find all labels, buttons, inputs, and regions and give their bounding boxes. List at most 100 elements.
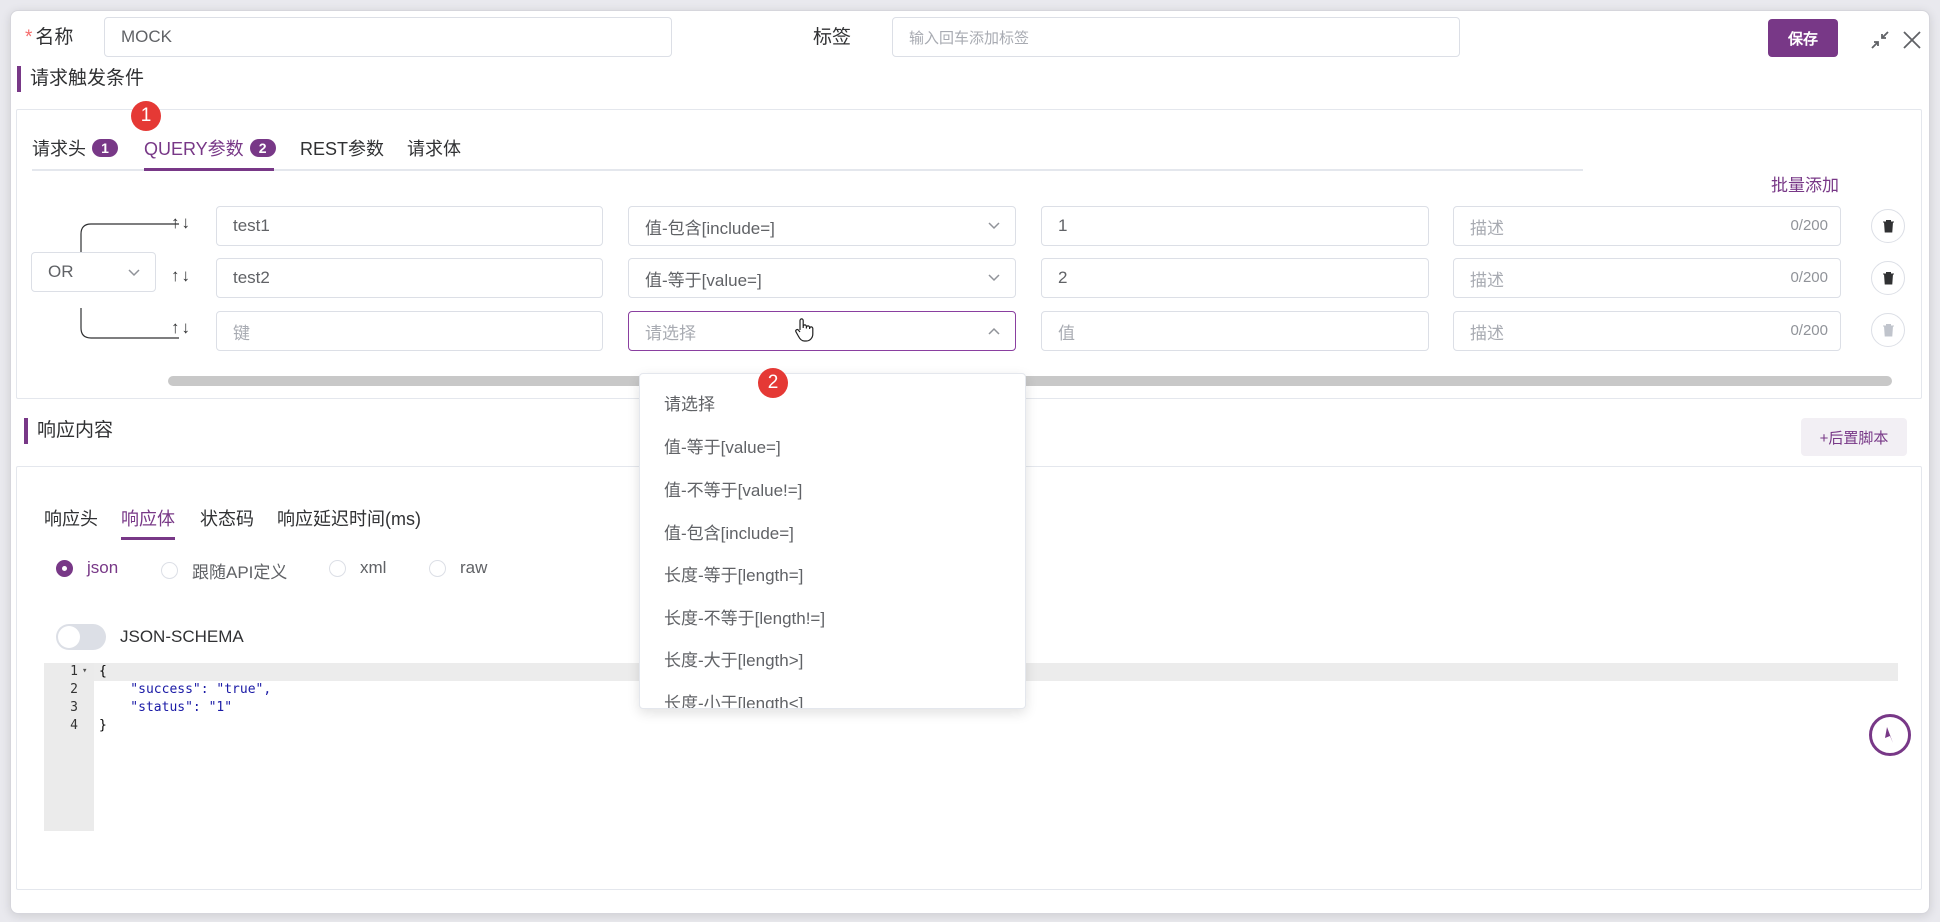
- char-counter: 0/200: [1790, 217, 1828, 234]
- tab-response-body[interactable]: 响应体: [121, 505, 175, 531]
- dropdown-option[interactable]: 值-不等于[value!=]: [664, 476, 802, 501]
- compass-icon[interactable]: [1869, 714, 1911, 756]
- condition-select[interactable]: 值-包含[include=]: [628, 206, 1016, 246]
- fold-arrow-icon[interactable]: ▾: [82, 666, 87, 676]
- horizontal-scrollbar[interactable]: [168, 376, 1892, 386]
- radio-circle: [161, 562, 178, 579]
- query-key-input[interactable]: test1: [216, 206, 603, 246]
- condition-value: 值-等于[value=]: [645, 270, 762, 290]
- dropdown-option[interactable]: 长度-等于[length=]: [664, 561, 803, 586]
- tags-input[interactable]: 输入回车添加标签: [892, 17, 1460, 57]
- tab-request-headers[interactable]: 请求头 1: [32, 135, 118, 161]
- name-value: MOCK: [121, 27, 172, 46]
- radio-label: 跟随API定义: [192, 563, 288, 582]
- json-schema-toggle[interactable]: [56, 624, 106, 650]
- delete-row-button[interactable]: [1871, 261, 1905, 295]
- line-number: 4: [70, 718, 78, 733]
- query-key-value: test1: [233, 216, 270, 235]
- count-badge: 2: [249, 139, 276, 157]
- condition-select-open[interactable]: 请选择: [628, 311, 1016, 351]
- step-marker-2: 2: [758, 368, 788, 398]
- tab-response-headers[interactable]: 响应头: [44, 505, 98, 531]
- logic-operator-value: OR: [48, 262, 74, 281]
- query-value-input[interactable]: 值: [1041, 311, 1429, 351]
- query-value-input[interactable]: 1: [1041, 206, 1429, 246]
- description-input[interactable]: 描述 0/200: [1453, 258, 1841, 298]
- name-label-text: 名称: [35, 27, 74, 48]
- condition-select[interactable]: 值-等于[value=]: [628, 258, 1016, 298]
- logic-operator-select[interactable]: OR: [31, 252, 156, 292]
- query-value: 2: [1058, 268, 1068, 287]
- batch-add-link[interactable]: 批量添加: [1771, 171, 1839, 196]
- description-placeholder: 描述: [1470, 218, 1504, 238]
- radio-label: json: [87, 558, 119, 577]
- active-tab-indicator: [144, 168, 274, 171]
- tab-label: QUERY参数: [144, 139, 244, 159]
- query-key-input[interactable]: 键: [216, 311, 603, 351]
- dropdown-option[interactable]: 长度-不等于[length!=]: [664, 604, 825, 629]
- dropdown-option[interactable]: 长度-小于[length<]: [664, 689, 803, 708]
- condition-value: 值-包含[include=]: [645, 218, 775, 238]
- editor-gutter: 1 ▾ 2 3 4: [44, 663, 94, 831]
- chevron-down-icon: [128, 269, 140, 277]
- name-input[interactable]: MOCK: [104, 17, 672, 57]
- reorder-arrows-icon[interactable]: ↑↓: [171, 266, 192, 286]
- query-value-input[interactable]: 2: [1041, 258, 1429, 298]
- query-key-value: test2: [233, 268, 270, 287]
- radio-raw[interactable]: raw: [429, 558, 487, 578]
- dropdown-option[interactable]: 长度-大于[length>]: [664, 646, 803, 671]
- tab-rest-params[interactable]: REST参数: [300, 135, 384, 161]
- trash-icon: [1882, 324, 1894, 337]
- line-number: 2: [70, 682, 78, 697]
- save-button[interactable]: 保存: [1768, 19, 1838, 57]
- dropdown-option[interactable]: 值-等于[value=]: [664, 433, 781, 458]
- query-key-placeholder: 键: [233, 323, 250, 343]
- radio-xml[interactable]: xml: [329, 558, 386, 578]
- radio-circle: [329, 559, 346, 577]
- count-badge: 1: [92, 139, 118, 157]
- description-input[interactable]: 描述 0/200: [1453, 206, 1841, 246]
- radio-label: raw: [460, 558, 488, 577]
- condition-placeholder: 请选择: [645, 323, 696, 343]
- code-line: "status": "1": [99, 700, 233, 715]
- dropdown-option[interactable]: 请选择: [664, 390, 715, 415]
- step-marker-1: 1: [131, 101, 161, 131]
- description-input[interactable]: 描述 0/200: [1453, 311, 1841, 351]
- name-label: * 名称: [25, 22, 73, 49]
- tab-label: 请求头: [32, 139, 86, 159]
- chevron-down-icon: [988, 222, 1000, 230]
- tab-query-params[interactable]: QUERY参数 2: [144, 135, 276, 161]
- tab-status-code[interactable]: 状态码: [200, 505, 254, 531]
- json-schema-label: JSON-SCHEMA: [120, 627, 244, 646]
- compass-needle-icon: [1885, 727, 1893, 743]
- trash-icon: [1882, 220, 1894, 233]
- radio-follow-api[interactable]: 跟随API定义: [161, 558, 287, 583]
- delete-row-button[interactable]: [1871, 209, 1905, 243]
- query-key-input[interactable]: test2: [216, 258, 603, 298]
- dropdown-option[interactable]: 值-包含[include=]: [664, 519, 794, 544]
- condition-dropdown-menu: 请选择 值-等于[value=] 值-不等于[value!=] 值-包含[inc…: [639, 373, 1026, 709]
- tags-placeholder: 输入回车添加标签: [909, 29, 1030, 47]
- tab-request-body[interactable]: 请求体: [407, 135, 461, 161]
- active-tab-indicator: [121, 537, 175, 540]
- request-section-title: 请求触发条件: [17, 66, 144, 92]
- line-number: 3: [70, 700, 78, 715]
- description-placeholder: 描述: [1470, 270, 1504, 290]
- post-script-button[interactable]: +后置脚本: [1801, 418, 1907, 456]
- chevron-up-icon: [988, 327, 1000, 335]
- minimize-icon[interactable]: [1869, 29, 1891, 51]
- code-line: {: [99, 664, 107, 679]
- close-icon[interactable]: [1901, 29, 1923, 51]
- line-number: 1: [70, 664, 78, 679]
- description-placeholder: 描述: [1470, 323, 1504, 343]
- tags-label: 标签: [813, 27, 852, 48]
- hand-cursor-icon: [795, 318, 814, 342]
- radio-json[interactable]: json: [56, 558, 118, 578]
- required-mark: *: [25, 27, 33, 48]
- mock-edit-window: * 名称 MOCK 标签 输入回车添加标签 保存 请求触发条件 请求头 1 QUE…: [10, 10, 1930, 914]
- radio-circle: [56, 559, 73, 577]
- tab-response-delay[interactable]: 响应延迟时间(ms): [277, 505, 421, 531]
- reorder-arrows-icon[interactable]: ↑↓: [171, 213, 192, 233]
- reorder-arrows-icon[interactable]: ↑↓: [171, 318, 192, 338]
- radio-label: xml: [360, 558, 387, 577]
